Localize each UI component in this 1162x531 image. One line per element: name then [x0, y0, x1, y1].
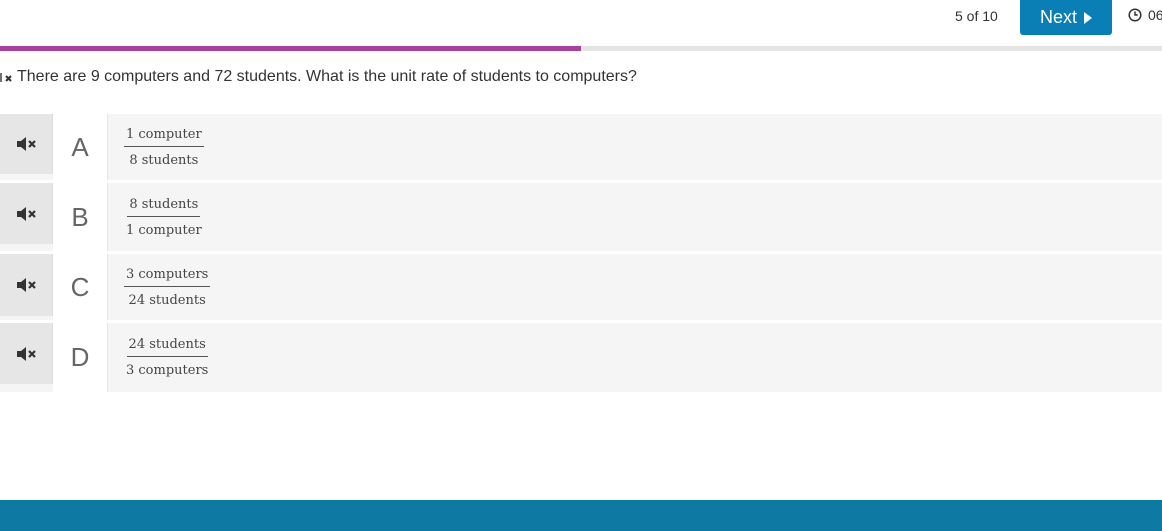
option-letter: A: [53, 114, 108, 180]
timer-text: 06: [1148, 7, 1162, 23]
fraction-numerator: 8 students: [127, 197, 201, 217]
option-content: 24 students 3 computers: [108, 323, 1162, 392]
fraction-numerator: 3 computers: [124, 267, 211, 287]
question-text: There are 9 computers and 72 students. W…: [17, 68, 637, 85]
clock-icon: [1128, 8, 1142, 22]
speaker-muted-icon: [17, 278, 36, 292]
answer-option-d[interactable]: D 24 students 3 computers: [0, 323, 1162, 392]
fraction: 24 students 3 computers: [124, 337, 210, 378]
option-audio-button[interactable]: [0, 114, 53, 174]
fraction-denominator: 3 computers: [126, 363, 209, 378]
fraction-denominator: 1 computer: [126, 222, 202, 238]
speaker-muted-icon: [17, 137, 36, 151]
option-letter: D: [53, 323, 108, 392]
option-content: 1 computer 8 students: [108, 114, 1162, 180]
answer-option-b[interactable]: B 8 students 1 computer: [0, 183, 1162, 251]
next-button[interactable]: Next: [1020, 0, 1112, 35]
fraction: 3 computers 24 students: [124, 267, 211, 308]
fraction-numerator: 24 students: [126, 337, 208, 357]
next-button-label: Next: [1039, 7, 1077, 27]
speaker-muted-icon: [17, 206, 36, 221]
option-letter: C: [53, 254, 108, 320]
option-audio-button[interactable]: [0, 323, 53, 384]
speaker-muted-icon[interactable]: [0, 70, 14, 84]
speaker-muted-icon: [17, 346, 36, 361]
option-content: 8 students 1 computer: [108, 183, 1162, 251]
fraction: 8 students 1 computer: [124, 197, 204, 238]
timer: 06: [1128, 7, 1162, 23]
progress-bar-fill: [0, 46, 581, 51]
answer-option-a[interactable]: A 1 computer 8 students: [0, 114, 1162, 180]
play-arrow-icon: [1084, 11, 1092, 24]
fraction: 1 computer 8 students: [124, 127, 204, 168]
assessment-page: 5 of 10 Next 06 There are 9 computers an…: [0, 0, 1162, 531]
option-letter: B: [53, 183, 108, 251]
progress-bar: [0, 46, 1162, 51]
option-audio-button[interactable]: [0, 254, 53, 316]
option-content: 3 computers 24 students: [108, 254, 1162, 320]
question-counter: 5 of 10: [955, 8, 998, 24]
footer-bar: [0, 500, 1162, 531]
option-audio-button[interactable]: [0, 183, 53, 244]
answer-option-c[interactable]: C 3 computers 24 students: [0, 254, 1162, 320]
question: There are 9 computers and 72 students. W…: [0, 68, 637, 86]
fraction-numerator: 1 computer: [124, 127, 204, 147]
top-bar: 5 of 10 Next 06: [0, 0, 1162, 46]
fraction-denominator: 8 students: [129, 152, 199, 168]
fraction-denominator: 24 students: [128, 292, 206, 308]
